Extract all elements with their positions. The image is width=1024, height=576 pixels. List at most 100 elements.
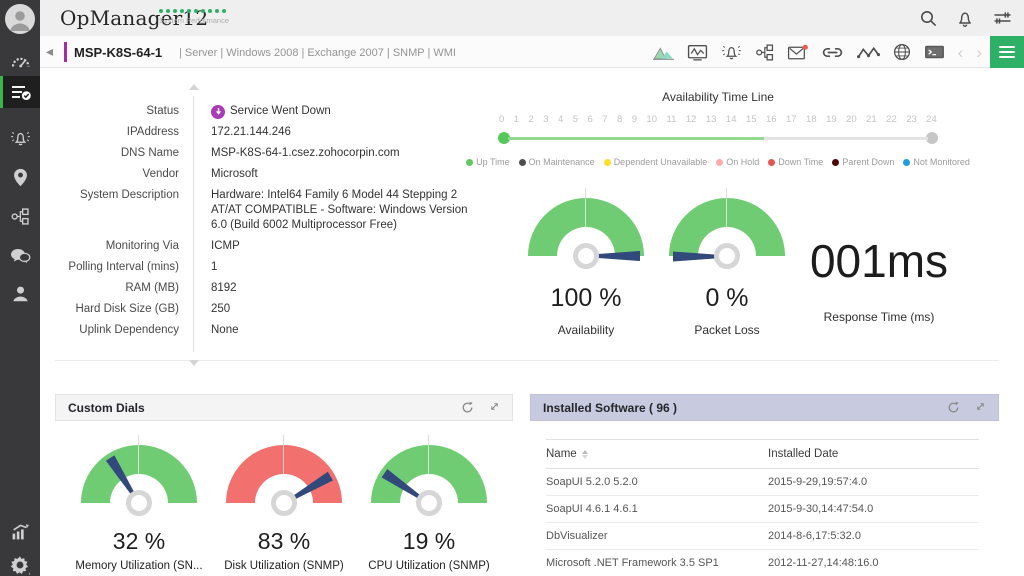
installed-software-title: Installed Software ( 96 ) (543, 401, 947, 415)
terminal-icon[interactable] (924, 44, 945, 60)
detail-value: None (211, 323, 239, 338)
menu-hamburger-button[interactable] (990, 36, 1024, 68)
memory-value: 32 % (69, 528, 209, 555)
performance-monitor-icon[interactable] (687, 44, 708, 61)
software-row: Microsoft .NET Framework 3.5 SP12012-11-… (546, 550, 979, 576)
pulse-line-icon[interactable] (857, 45, 880, 60)
software-table-header: Name Installed Date (546, 439, 979, 469)
search-icon[interactable] (920, 10, 937, 27)
detail-row: VendorMicrosoft (55, 167, 485, 182)
scroll-up-caret-icon[interactable] (189, 84, 199, 90)
software-name: SoapUI 5.2.0 5.2.0 (546, 476, 768, 488)
detail-value: Hardware: Intel64 Family 6 Model 44 Step… (211, 188, 483, 233)
expand-icon[interactable] (975, 401, 986, 414)
status-value: Service Went Down (211, 104, 331, 119)
gauge-pivot (416, 490, 442, 516)
sort-caret-icon (582, 450, 588, 459)
software-row: SoapUI 4.6.1 4.6.12015-9-30,14:47:54.0 (546, 496, 979, 523)
detail-label: Hard Disk Size (GB) (55, 302, 179, 317)
back-chevron-icon[interactable]: ◂ (46, 43, 53, 60)
prev-chevron-icon[interactable]: ‹ (958, 44, 964, 61)
detail-row: Monitoring ViaICMP (55, 239, 485, 254)
next-chevron-icon[interactable]: › (976, 44, 982, 61)
sidebar-item-discussions[interactable] (0, 239, 40, 273)
gauge-pivot (573, 243, 599, 269)
gauge-pivot (714, 243, 740, 269)
detail-row: DNS NameMSP-K8S-64-1.csez.zohocorpin.com (55, 146, 485, 161)
top-header: OpManager12 System Performance (40, 0, 1024, 36)
detail-row: Polling Interval (mins) 1 (55, 260, 485, 275)
column-name[interactable]: Name (546, 448, 768, 460)
gauge-pivot (271, 490, 297, 516)
globe-icon[interactable] (893, 43, 911, 61)
software-row: DbVisualizer2014-8-6,17:5:32.0 (546, 523, 979, 550)
area-chart-icon[interactable] (653, 44, 674, 61)
gauge-pivot (126, 490, 152, 516)
sidebar-item-alarms[interactable] (0, 121, 40, 155)
availability-value: 100 % (521, 284, 651, 313)
custom-dials-header: Custom Dials (55, 394, 513, 421)
detail-row: System DescriptionHardware: Intel64 Fami… (55, 188, 485, 233)
installed-software-header: Installed Software ( 96 ) (530, 394, 999, 421)
sidebar-item-dashboard[interactable] (0, 44, 40, 78)
cpu-utilization-dial: 19 % CPU Utilization (SNMP) (359, 445, 499, 572)
response-time-label: Response Time (ms) (784, 310, 974, 324)
detail-row: Hard Disk Size (GB)250 (55, 302, 485, 317)
sidebar-item-maps[interactable] (0, 160, 40, 194)
sidebar (0, 0, 40, 576)
custom-dials-title: Custom Dials (68, 401, 461, 415)
detail-label: RAM (MB) (55, 281, 179, 296)
response-time-value: 001ms (784, 234, 974, 288)
avatar-icon (5, 4, 35, 34)
detail-row: Uplink DependencyNone (55, 323, 485, 338)
memory-label: Memory Utilization (SN... (69, 560, 209, 572)
gauge-icon (10, 53, 31, 69)
expand-icon[interactable] (489, 401, 500, 414)
software-date: 2014-8-6,17:5:32.0 (768, 530, 979, 542)
detail-label: IPAddress (55, 125, 179, 140)
detail-value: 1 (211, 260, 217, 275)
settings-gear-icon (10, 555, 30, 575)
detail-value: Microsoft (211, 167, 258, 182)
response-time-widget: 001ms Response Time (ms) (784, 234, 974, 324)
person-icon (12, 285, 29, 302)
detail-value: 172.21.144.246 (211, 125, 291, 140)
detail-value: ICMP (211, 239, 240, 254)
installed-software-panel: Installed Software ( 96 ) Name Installed… (530, 394, 999, 576)
device-details: Status Service Went Down IPAddress 172.21… (55, 104, 485, 344)
timeline-ticks: 0123456789101112131415161718192021222324 (498, 114, 938, 125)
scroll-down-caret-icon[interactable] (189, 360, 199, 366)
detail-value: MSP-K8S-64-1.csez.zohocorpin.com (211, 146, 400, 161)
availability-timeline: Availability Time Line 01234567891011121… (498, 90, 938, 167)
legend-item: On Maintenance (519, 157, 595, 167)
sidebar-item-topology[interactable] (0, 199, 40, 233)
legend-item: Not Monitored (903, 157, 970, 167)
quick-settings-sliders-icon[interactable] (993, 10, 1012, 26)
detail-row: IPAddress 172.21.144.246 (55, 125, 485, 140)
refresh-icon[interactable] (947, 401, 960, 414)
report-chart-icon (11, 523, 30, 540)
sidebar-item-inventory[interactable] (0, 76, 40, 108)
detail-label: Status (55, 104, 179, 119)
notifications-bell-icon[interactable] (957, 10, 973, 27)
sidebar-item-reports[interactable] (0, 514, 40, 548)
disk-label: Disk Utilization (SNMP) (214, 560, 354, 572)
device-name: MSP-K8S-64-1 (74, 45, 162, 60)
sidebar-item-settings[interactable] (0, 548, 40, 576)
sidebar-item-users[interactable] (0, 276, 40, 310)
detail-label: Polling Interval (mins) (55, 260, 179, 275)
inventory-list-icon (11, 84, 32, 101)
alarm-bell-icon[interactable] (721, 43, 742, 61)
custom-dials-panel: Custom Dials 32 % Memory Utilization (SN… (55, 394, 513, 572)
breadcrumb-accent-bar (64, 42, 67, 62)
refresh-icon[interactable] (461, 401, 474, 414)
user-avatar[interactable] (5, 4, 35, 34)
mail-alert-icon[interactable] (787, 44, 808, 61)
software-name: DbVisualizer (546, 530, 768, 542)
alarm-bell-icon (10, 129, 31, 147)
column-installed-date: Installed Date (768, 448, 979, 460)
link-icon[interactable] (821, 45, 844, 60)
device-topology-icon[interactable] (755, 44, 774, 61)
timeline-legend: Up Time On Maintenance Dependent Unavail… (498, 157, 938, 167)
detail-value: Service Went Down (230, 104, 331, 119)
